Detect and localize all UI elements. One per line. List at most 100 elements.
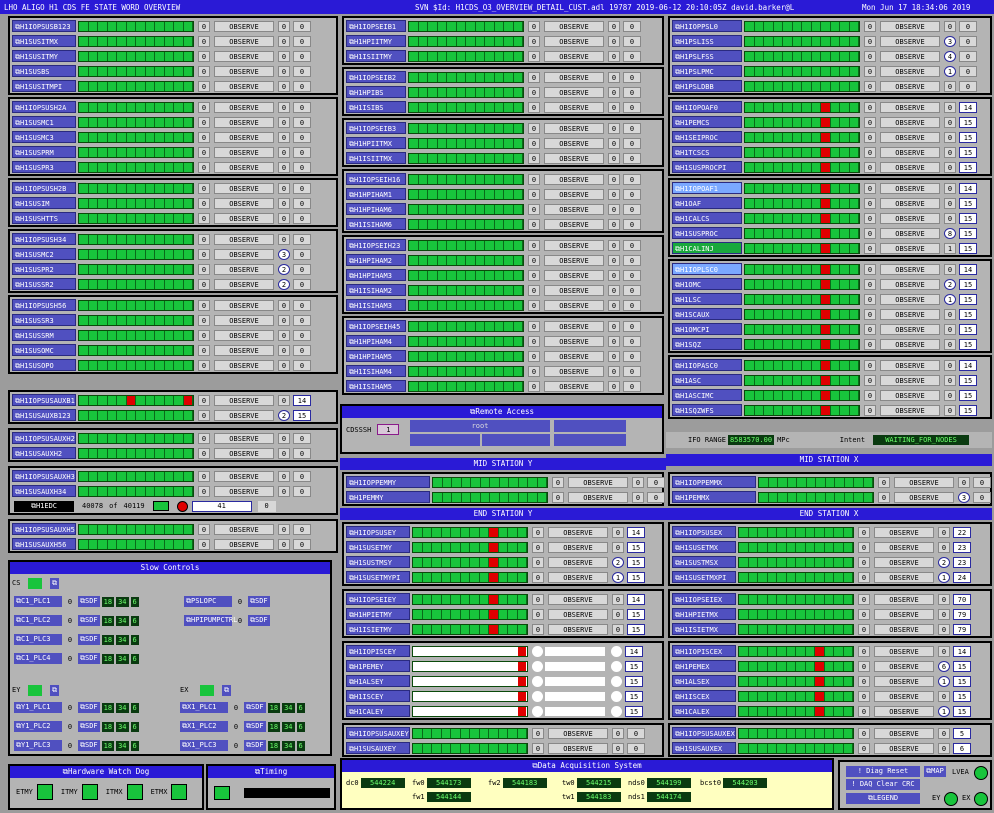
ex-window-button[interactable]: ⧉ (222, 685, 231, 696)
node-label-button[interactable]: ⧉H1HPIHAM6 (346, 203, 406, 215)
plc-button[interactable]: ⧉X1_PLC1 (180, 702, 228, 713)
node-label-button[interactable]: ⧉H1IOPSUSH2B (12, 182, 76, 194)
node-label-button[interactable]: ⧉H1SUSMC2 (12, 248, 76, 260)
node-label-button[interactable]: ⧉H1HPIHAM2 (346, 254, 406, 266)
node-label-button[interactable]: ⧉H1SUSTMSX (672, 556, 736, 568)
node-label-button[interactable]: ⧉H1HPIITMY (346, 35, 406, 47)
node-label-button[interactable]: ⧉H1IOPOAF1 (672, 182, 742, 194)
node-label-button[interactable]: ⧉H1IOPSEIB1 (346, 20, 406, 32)
node-label-button[interactable]: ⧉H1SUSOPO (12, 359, 76, 371)
node-label-button[interactable]: ⧉H1IOPSEIH23 (346, 239, 406, 251)
node-label-button[interactable]: ⧉H1SUSSR3 (12, 314, 76, 326)
node-label-button[interactable]: ⧉H1PEMEX (672, 660, 736, 672)
node-label-button[interactable]: ⧉H1ISIHAM2 (346, 284, 406, 296)
plc-button[interactable]: ⧉C1_PLC1 (14, 596, 62, 607)
node-label-button[interactable]: ⧉H1ISIHAM5 (346, 380, 406, 392)
node-label-button[interactable]: ⧉H1SUSHTTS (12, 212, 76, 224)
node-label-button[interactable]: ⧉H1ISIHAM6 (346, 218, 406, 230)
node-label-button[interactable]: ⧉H1HPIITMX (346, 137, 406, 149)
sdf-button[interactable]: ⧉SDF (248, 615, 270, 626)
slider-knob[interactable] (611, 660, 622, 672)
node-label-button[interactable]: ⧉H1ISIHAM4 (346, 365, 406, 377)
node-label-button[interactable]: ⧉H1SUSITMPI (12, 80, 76, 92)
sdf-button[interactable]: ⧉SDF (78, 740, 100, 751)
node-label-button[interactable]: ⧉H1ISIITMY (346, 50, 406, 62)
sdf-button[interactable]: ⧉SDF (248, 596, 270, 607)
node-label-button[interactable]: ⧉H1SCAUX (672, 308, 742, 320)
node-label-button[interactable]: ⧉H1ISIBS (346, 101, 406, 113)
node-label-button[interactable]: ⧉H1IOPSUSB123 (12, 20, 76, 32)
slider-knob[interactable] (611, 645, 622, 657)
sdf-button[interactable]: ⧉SDF (78, 702, 100, 713)
node-label-button[interactable]: ⧉H1PEMCS (672, 116, 742, 128)
node-label-button[interactable]: ⧉H1ALSEX (672, 675, 736, 687)
slider-widget[interactable] (532, 675, 622, 687)
timing-title[interactable]: ⧉Timing (208, 766, 334, 778)
node-label-button[interactable]: ⧉H1SUSSR2 (12, 278, 76, 290)
node-label-button[interactable]: ⧉H1SUSETMX (672, 541, 736, 553)
ey-window-button[interactable]: ⧉ (50, 685, 59, 696)
slider-knob[interactable] (532, 660, 543, 672)
watchdog-title[interactable]: ⧉Hardware Watch Dog (10, 766, 202, 778)
node-label-button[interactable]: ⧉H1SUSPRM (12, 146, 76, 158)
plc-button[interactable]: ⧉Y1_PLC3 (14, 740, 62, 751)
plc-button[interactable]: ⧉C1_PLC4 (14, 653, 62, 664)
node-label-button[interactable]: ⧉H1IOPSEIH16 (346, 173, 406, 185)
sdf-button[interactable]: ⧉SDF (244, 740, 266, 751)
node-label-button[interactable]: ⧉H1IOPSUSH34 (12, 233, 76, 245)
node-label-button[interactable]: ⧉H1HPIHAM5 (346, 350, 406, 362)
node-label-button[interactable]: ⧉H1ISCEX (672, 690, 736, 702)
node-label-button[interactable]: ⧉H1IOPSUSAUXH2 (12, 432, 76, 444)
node-label-button[interactable]: ⧉H1IOPSEIEX (672, 593, 736, 605)
sdf-button[interactable]: ⧉SDF (244, 702, 266, 713)
node-label-button[interactable]: ⧉H1SUSAUXH2 (12, 447, 76, 459)
node-label-button[interactable]: ⧉H1IOPSEIB3 (346, 122, 406, 134)
node-label-button[interactable]: ⧉H1SUSMC1 (12, 116, 76, 128)
node-label-button[interactable]: ⧉H1PEMMY (346, 491, 430, 503)
node-label-button[interactable]: ⧉H1SUSITMX (12, 35, 76, 47)
node-label-button[interactable]: ⧉H1IOPSEIB2 (346, 71, 406, 83)
node-label-button[interactable]: ⧉H1SUSBS (12, 65, 76, 77)
node-label-button[interactable]: ⧉H1SQZ (672, 338, 742, 350)
node-label-button[interactable]: ⧉H1TCSCS (672, 146, 742, 158)
node-label-button[interactable]: ⧉H1SUSTMSY (346, 556, 410, 568)
node-label-button[interactable]: ⧉H1IOPPEMMY (346, 476, 430, 488)
node-label-button[interactable]: ⧉H1SUSMC3 (12, 131, 76, 143)
node-label-button[interactable]: ⧉H1HPIHAM3 (346, 269, 406, 281)
node-label-button[interactable]: ⧉H1SUSIM (12, 197, 76, 209)
node-label-button[interactable]: ⧉H1HPIHAM4 (346, 335, 406, 347)
plc-button[interactable]: ⧉C1_PLC2 (14, 615, 62, 626)
node-label-button[interactable]: ⧉H1PEMEY (346, 660, 410, 672)
node-label-button[interactable]: ⧉H1SUSETMXPI (672, 571, 736, 583)
slider-widget[interactable] (532, 660, 622, 672)
node-label-button[interactable]: ⧉H1SUSETMYPI (346, 571, 410, 583)
node-label-button[interactable]: ⧉H1IOPSUSAUXEX (672, 727, 736, 739)
node-label-button[interactable]: ⧉H1IOPSEIEY (346, 593, 410, 605)
node-label-button[interactable]: ⧉H1LSC (672, 293, 742, 305)
sdf-button[interactable]: ⧉SDF (78, 596, 100, 607)
slider-widget[interactable] (532, 690, 622, 702)
sdf-button[interactable]: ⧉SDF (78, 634, 100, 645)
node-label-button[interactable]: ⧉H1IOPSUSAUXH34 (12, 470, 76, 482)
node-label-button[interactable]: ⧉H1ALSEY (346, 675, 410, 687)
node-label-button[interactable]: ⧉H1IOPSEIH45 (346, 320, 406, 332)
sdf-button[interactable]: ⧉SDF (244, 721, 266, 732)
node-label-button[interactable]: ⧉H1OMCPI (672, 323, 742, 335)
node-label-button[interactable]: ⧉H1CALEX (672, 705, 736, 717)
map-button[interactable]: ⧉MAP (924, 766, 946, 777)
node-label-button[interactable]: ⧉H1PSLPMC (672, 65, 742, 77)
plc-button[interactable]: ⧉X1_PLC3 (180, 740, 228, 751)
node-label-button[interactable]: ⧉H1PEMMX (672, 491, 756, 503)
legend-button[interactable]: ⧉LEGEND (846, 793, 920, 804)
node-label-button[interactable]: ⧉H1SUSAUXH56 (12, 538, 76, 550)
node-label-button[interactable]: ⧉H1SEIPROC (672, 131, 742, 143)
node-label-button[interactable]: ⧉H1ASC (672, 374, 742, 386)
node-label-button[interactable]: ⧉H1SUSOMC (12, 344, 76, 356)
node-label-button[interactable]: ⧉H1ISIETMY (346, 623, 410, 635)
node-label-button[interactable]: ⧉H1OAF (672, 197, 742, 209)
node-label-button[interactable]: ⧉H1SUSPROC (672, 227, 742, 239)
node-label-button[interactable]: ⧉H1IOPSUSH56 (12, 299, 76, 311)
node-label-button[interactable]: ⧉H1SUSPR3 (12, 161, 76, 173)
node-label-button[interactable]: ⧉H1IOPPEMMX (672, 476, 756, 488)
node-label-button[interactable]: ⧉H1IOPOAF0 (672, 101, 742, 113)
